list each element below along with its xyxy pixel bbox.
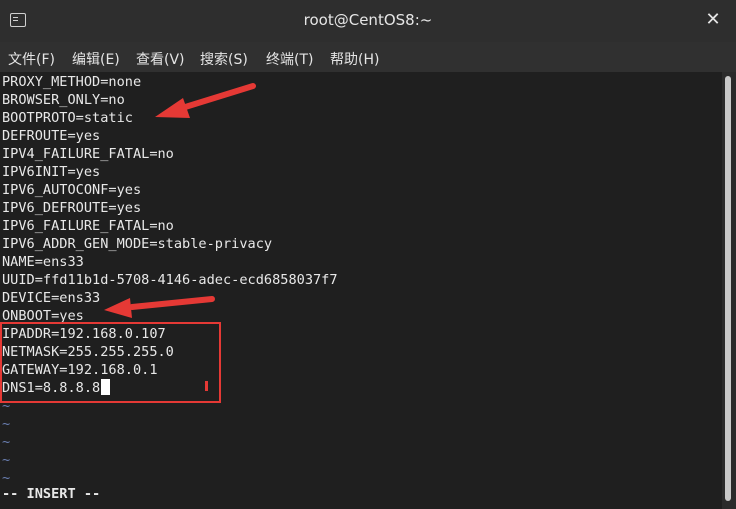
terminal-content[interactable]: PROXY_METHOD=none BROWSER_ONLY=no BOOTPR… (0, 72, 722, 509)
config-line: PROXY_METHOD=none (2, 74, 142, 90)
config-line: IPV6_FAILURE_FATAL=no (2, 218, 174, 234)
title-bar[interactable]: root@CentOS8:~ ✕ (0, 0, 736, 43)
menu-help[interactable]: 帮助(H) (330, 49, 379, 69)
config-line: IPV6_DEFROUTE=yes (2, 200, 142, 216)
terminal-window: root@CentOS8:~ ✕ 文件(F) 编辑(E) 查看(V) 搜索(S)… (0, 0, 736, 509)
vim-mode-status: -- INSERT -- (2, 486, 101, 502)
config-line: BROWSER_ONLY=no (2, 92, 125, 108)
menu-edit[interactable]: 编辑(E) (72, 49, 120, 69)
scrollbar-thumb[interactable] (725, 76, 731, 501)
config-line: IPV6_AUTOCONF=yes (2, 182, 142, 198)
config-line: BOOTPROTO=static (2, 110, 133, 126)
config-line: IPV4_FAILURE_FATAL=no (2, 146, 174, 162)
empty-line-marker: ~ (2, 452, 11, 468)
config-line: NAME=ens33 (2, 254, 84, 270)
close-button[interactable]: ✕ (702, 9, 724, 31)
empty-line-marker: ~ (2, 434, 11, 450)
menu-terminal[interactable]: 终端(T) (266, 49, 313, 69)
empty-line-marker: ~ (2, 470, 11, 486)
menu-bar: 文件(F) 编辑(E) 查看(V) 搜索(S) 终端(T) 帮助(H) (0, 42, 736, 72)
menu-view[interactable]: 查看(V) (136, 49, 185, 69)
highlight-box (0, 322, 221, 403)
highlight-mark (205, 381, 208, 391)
window-title: root@CentOS8:~ (303, 11, 433, 29)
empty-line-marker: ~ (2, 416, 11, 432)
menu-search[interactable]: 搜索(S) (200, 49, 248, 69)
config-line: DEVICE=ens33 (2, 290, 101, 306)
config-line: IPV6_ADDR_GEN_MODE=stable-privacy (2, 236, 273, 252)
menu-file[interactable]: 文件(F) (8, 49, 55, 69)
config-line: UUID=ffd11b1d-5708-4146-adec-ecd6858037f… (2, 272, 338, 288)
close-icon: ✕ (705, 9, 721, 30)
config-line: DEFROUTE=yes (2, 128, 101, 144)
config-line: IPV6INIT=yes (2, 164, 101, 180)
